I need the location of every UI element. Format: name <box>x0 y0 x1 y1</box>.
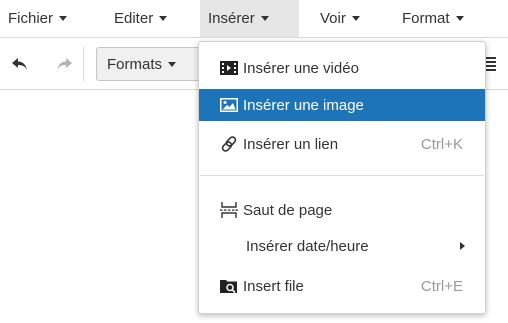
menu-voir-label: Voir <box>320 10 346 27</box>
menu-inserer[interactable]: Insérer <box>200 0 299 37</box>
menu-item-label: Saut de page <box>243 201 333 219</box>
link-icon <box>219 135 239 153</box>
menu-inserer-label: Insérer <box>208 10 255 27</box>
menu-item-insert-datetime[interactable]: Insérer date/heure <box>199 230 485 262</box>
menu-item-page-break[interactable]: Saut de page <box>199 194 485 226</box>
chevron-down-icon <box>455 16 464 21</box>
menu-voir[interactable]: Voir <box>312 0 368 37</box>
video-icon <box>219 59 239 77</box>
menu-fichier[interactable]: Fichier <box>0 0 75 37</box>
chevron-down-icon <box>260 16 269 21</box>
chevron-right-icon <box>460 242 465 250</box>
chevron-down-icon <box>168 61 177 67</box>
menu-item-insert-link[interactable]: Insérer un lien Ctrl+K <box>199 128 485 160</box>
chevron-down-icon <box>351 16 360 21</box>
menu-format[interactable]: Format <box>394 0 472 37</box>
shortcut-label: Ctrl+K <box>420 135 463 153</box>
image-icon <box>219 96 239 114</box>
menu-item-label: Insert file <box>243 277 304 295</box>
redo-icon <box>57 57 72 70</box>
shortcut-label: Ctrl+E <box>420 277 463 295</box>
menu-item-label: Insérer un lien <box>243 135 339 153</box>
toolbar-separator <box>83 47 84 81</box>
undo-button[interactable] <box>8 47 32 80</box>
menu-item-label: Insérer une image <box>243 96 364 114</box>
redo-button[interactable] <box>52 47 76 80</box>
page-break-icon <box>219 201 239 219</box>
formats-dropdown[interactable]: Formats <box>96 47 206 81</box>
undo-icon <box>12 57 27 70</box>
menu-editer-label: Editer <box>114 10 154 27</box>
chevron-down-icon <box>159 16 168 21</box>
menu-item-insert-file[interactable]: Insert file Ctrl+E <box>199 270 485 302</box>
folder-search-icon <box>219 277 239 295</box>
menu-fichier-label: Fichier <box>8 10 54 27</box>
chevron-down-icon <box>59 16 68 21</box>
menu-editer[interactable]: Editer <box>106 0 175 37</box>
menu-item-label: Insérer une vidéo <box>243 59 359 77</box>
menu-item-label: Insérer date/heure <box>246 237 369 255</box>
menu-item-insert-video[interactable]: Insérer une vidéo <box>199 52 485 84</box>
menu-format-label: Format <box>402 10 450 27</box>
menu-divider <box>200 175 484 176</box>
formats-label: Formats <box>107 55 163 73</box>
align-justify-icon <box>486 56 496 71</box>
menubar: Fichier Editer Insérer Voir Format <box>0 0 508 37</box>
insert-menu-dropdown: Insérer une vidéo Insérer une image Insé… <box>198 41 486 314</box>
menu-item-insert-image[interactable]: Insérer une image <box>199 89 485 121</box>
